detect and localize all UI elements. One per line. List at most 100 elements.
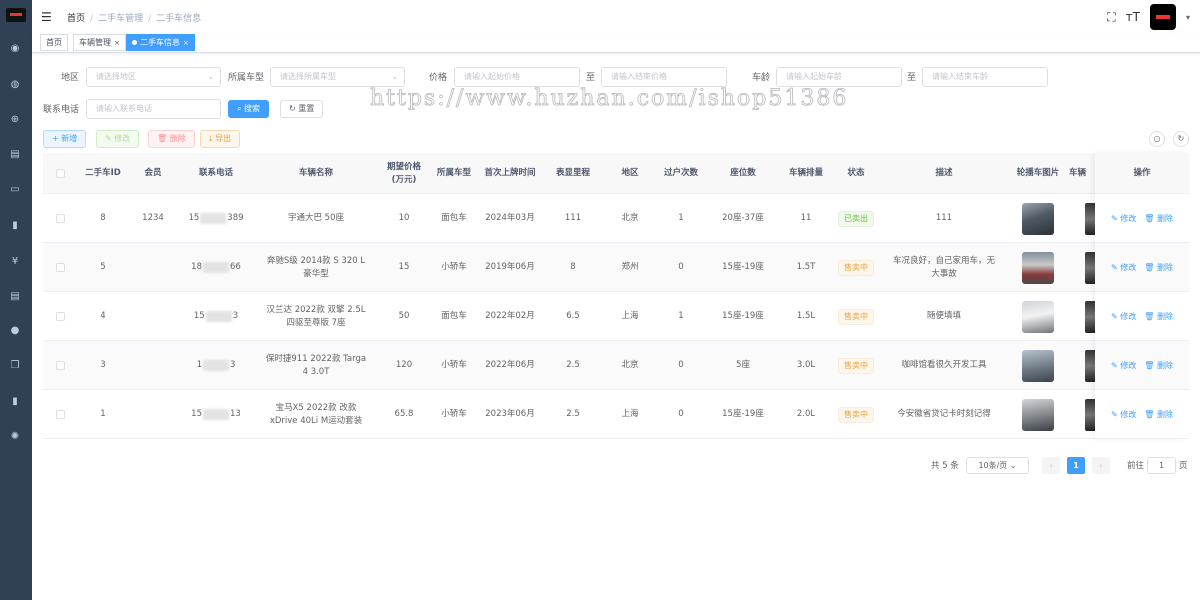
row-checkbox[interactable] [55, 263, 65, 272]
document-icon[interactable]: ▮ [8, 219, 22, 233]
goto-page-input[interactable]: 1 [1147, 457, 1176, 474]
cell-reg-date: 2023年06月 [485, 409, 535, 419]
cell-id: 8 [100, 213, 106, 223]
refresh-icon[interactable]: ↻ [1173, 131, 1189, 147]
book-icon[interactable]: ▮ [8, 395, 22, 409]
row-checkbox[interactable] [55, 214, 65, 223]
tag-home[interactable]: 首页 [40, 34, 68, 51]
row-checkbox[interactable] [55, 361, 65, 370]
list-icon[interactable]: ▤ [8, 148, 22, 162]
price-start-input[interactable]: 请输入起始价格 [454, 67, 580, 87]
table-row[interactable]: 5 18 66 奔驰S级 2014款 S 320 L 豪华型 15 小轿车 201… [43, 243, 1189, 292]
prev-page-button[interactable]: ‹ [1042, 457, 1060, 474]
th-transfers: 过户次数 [663, 168, 698, 178]
car-thumbnail[interactable] [1085, 349, 1095, 382]
car-thumbnail[interactable] [1085, 300, 1095, 333]
tag-used-car-info[interactable]: 二手车信息 × [126, 34, 195, 51]
table-row[interactable]: 1 15 13 宝马X5 2022款 改款 xDrive 40Li M运动套装 6… [43, 390, 1189, 439]
cell-transfers: 0 [678, 262, 684, 272]
row-edit-link[interactable]: ✎ 修改 [1111, 408, 1136, 421]
close-icon[interactable]: × [114, 39, 120, 47]
globe-icon[interactable]: ◍ [8, 78, 22, 92]
table-row[interactable]: 3 13 保时捷911 2022款 Targa 4 3.0T 120 小轿车 2… [43, 341, 1189, 390]
table-icon[interactable]: ▤ [8, 290, 22, 304]
plus-circle-icon[interactable]: ⊕ [8, 113, 22, 127]
car-thumbnail[interactable] [1022, 398, 1054, 431]
car-thumbnail[interactable] [1022, 202, 1054, 235]
cell-description: 111 [935, 213, 953, 223]
next-page-button[interactable]: › [1092, 457, 1110, 474]
breadcrumb-home[interactable]: 首页 [67, 14, 85, 24]
row-checkbox[interactable] [55, 410, 65, 419]
price-end-input[interactable]: 请输入结束价格 [601, 67, 727, 87]
row-edit-link[interactable]: ✎ 修改 [1111, 261, 1136, 274]
gear-icon[interactable]: ✺ [8, 430, 22, 444]
row-edit-link[interactable]: ✎ 修改 [1111, 310, 1136, 323]
cell-member [129, 292, 177, 341]
car-type-select[interactable]: 请选择所属车型 ⌄ [270, 67, 405, 87]
table-row[interactable]: 8 1234 15 389 宇通大巴 50座 10 面包车 2024年03月 11… [43, 194, 1189, 243]
cell-name: 保时捷911 2022款 Targa 4 3.0T [265, 353, 367, 377]
select-all-checkbox[interactable] [55, 169, 65, 178]
row-delete-link[interactable]: 🗑 删除 [1144, 212, 1173, 225]
tag-vehicle-mgmt[interactable]: 车辆管理 × [73, 34, 126, 51]
th-name: 车辆名称 [298, 168, 333, 178]
th-seats: 座位数 [730, 168, 756, 178]
row-checkbox[interactable] [55, 312, 65, 321]
sidebar: ◉ ◍ ⊕ ▤ ▭ ▮ ¥ ▤ ● ❐ ▮ ✺ [0, 0, 32, 600]
export-button[interactable]: ⤓ 导出 [200, 130, 241, 148]
age-end-input[interactable]: 请输入结束车龄 [922, 67, 1048, 87]
operations-column: 操作 ✎ 修改 🗑 删除 ✎ 修改 🗑 删除 ✎ 修改 🗑 删除 ✎ 修改 🗑 删除 ✎… [1095, 153, 1189, 439]
cell-name: 宝马X5 2022款 改款 xDrive 40Li M运动套装 [269, 402, 363, 426]
row-delete-link[interactable]: 🗑 删除 [1144, 408, 1173, 421]
cell-mileage: 8 [570, 262, 576, 272]
car-thumbnail[interactable] [1085, 251, 1095, 284]
cell-type: 小轿车 [441, 360, 467, 370]
cell-region: 上海 [621, 311, 639, 321]
add-button[interactable]: + 新增 [43, 130, 87, 148]
row-edit-link[interactable]: ✎ 修改 [1111, 359, 1136, 372]
copy-icon[interactable]: ❐ [8, 359, 22, 373]
fullscreen-icon[interactable]: ⛶ [1107, 10, 1115, 25]
phone-input[interactable]: 请输入联系电话 [86, 99, 221, 119]
dashboard-icon[interactable]: ◉ [8, 42, 22, 56]
row-edit-link[interactable]: ✎ 修改 [1111, 212, 1136, 225]
font-size-icon[interactable]: тT [1126, 10, 1140, 24]
user-icon[interactable]: ● [8, 324, 22, 338]
car-thumbnail[interactable] [1022, 349, 1054, 382]
age-start-input[interactable]: 请输入起始车龄 [776, 67, 902, 87]
car-thumbnail[interactable] [1085, 202, 1095, 235]
region-select[interactable]: 请选择地区 ⌄ [86, 67, 221, 87]
cell-mileage: 6.5 [566, 311, 580, 321]
caret-down-icon[interactable]: ▾ [1186, 13, 1190, 22]
edit-icon: ✎ [105, 134, 115, 143]
table-row[interactable]: 4 15 3 汉兰达 2022款 双擎 2.5L 四驱至尊版 7座 50 面包车 … [43, 292, 1189, 341]
yen-icon[interactable]: ¥ [8, 255, 22, 269]
th-region: 地区 [621, 168, 639, 178]
cell-displacement: 1.5T [796, 262, 816, 272]
status-badge: 已卖出 [838, 210, 874, 227]
car-thumbnail[interactable] [1022, 251, 1054, 284]
row-delete-link[interactable]: 🗑 删除 [1144, 359, 1173, 372]
page-unit-label: 页 [1179, 461, 1188, 471]
row-delete-link[interactable]: 🗑 删除 [1144, 261, 1173, 274]
edit-button[interactable]: ✎ 修改 [96, 130, 140, 148]
goto-label: 前往 [1127, 461, 1145, 471]
row-delete-link[interactable]: 🗑 删除 [1144, 310, 1173, 323]
close-icon[interactable]: × [183, 39, 189, 47]
search-toggle-icon[interactable]: ○ [1149, 131, 1165, 147]
page-size-select[interactable]: 10条/页 ⌄ [966, 457, 1029, 474]
avatar[interactable] [1149, 4, 1176, 30]
cell-phone: 13 [196, 360, 236, 371]
car-thumbnail[interactable] [1022, 300, 1054, 333]
hamburger-icon[interactable]: ☰ [41, 10, 52, 24]
message-icon[interactable]: ▭ [8, 183, 22, 197]
cell-member [129, 243, 177, 292]
car-thumbnail[interactable] [1085, 398, 1095, 431]
reset-button[interactable]: ↻ 重置 [280, 100, 324, 118]
th-phone: 联系电话 [198, 168, 233, 178]
page-number-button[interactable]: 1 [1067, 457, 1085, 474]
delete-button[interactable]: 🗑 删除 [148, 130, 195, 148]
search-button[interactable]: ⌕ 搜索 [228, 100, 270, 118]
price-label: 价格 [429, 73, 448, 83]
